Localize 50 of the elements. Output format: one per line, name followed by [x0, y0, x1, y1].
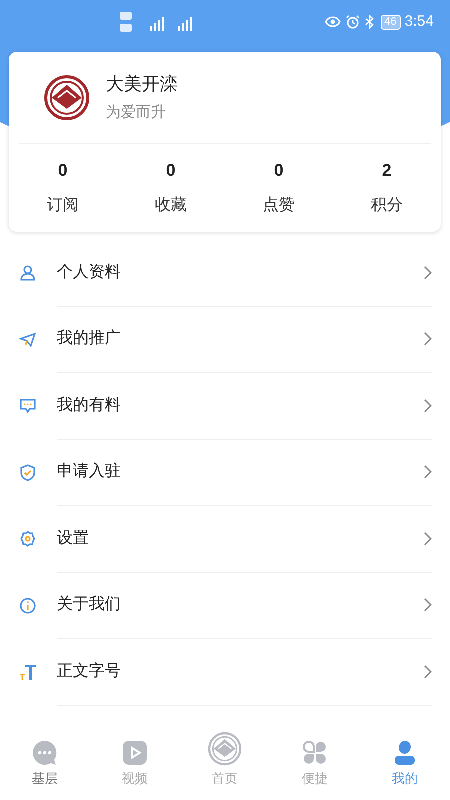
menu-item[interactable]: 申请入驻: [0, 440, 450, 506]
chevron-right-icon: [424, 664, 432, 679]
font-size-icon: [19, 663, 37, 682]
chevron-right-icon: [424, 598, 432, 612]
stat-count: 0: [166, 160, 176, 182]
menu-item[interactable]: 关于我们: [0, 572, 450, 639]
menu-item[interactable]: 个人资料: [0, 240, 450, 306]
menu-item[interactable]: 我的有料: [0, 373, 450, 440]
menu-label: 设置: [57, 528, 90, 549]
clock-time: 3:54: [404, 12, 434, 32]
settings-icon: [19, 530, 37, 548]
chevron-right-icon: [424, 266, 432, 280]
info-icon: [19, 596, 37, 615]
play-icon: [122, 740, 148, 766]
chat-icon: [19, 397, 37, 416]
menu-label: 我的有料: [57, 396, 122, 416]
stat-count: 2: [382, 160, 392, 182]
chevron-right-icon: [424, 532, 432, 546]
eye-icon: [324, 16, 341, 28]
menu-label: 我的推广: [57, 328, 122, 350]
menu-item[interactable]: 设置: [0, 506, 450, 572]
chat-bubble-icon: [32, 740, 58, 766]
stat-label[interactable]: 订阅: [47, 194, 79, 218]
paper-plane-icon: [19, 330, 37, 349]
shield-check-icon: [19, 464, 37, 482]
grid-icon: [302, 740, 328, 766]
profile-slogan: 为爱而升: [106, 102, 167, 123]
menu-item[interactable]: 正文字号: [0, 639, 450, 706]
stat-count: 0: [274, 160, 284, 182]
menu-label: 正文字号: [57, 662, 122, 682]
profile-name: 大美开滦: [106, 72, 178, 96]
battery-indicator: 46: [380, 14, 401, 30]
menu-label: 申请入驻: [57, 462, 122, 482]
bluetooth-icon: [364, 15, 375, 29]
menu-label: 个人资料: [57, 262, 122, 283]
stat-label[interactable]: 积分: [371, 194, 403, 218]
stat-count: 0: [58, 160, 68, 182]
person-icon: [19, 264, 37, 282]
logo-icon: [208, 732, 242, 766]
tab-item[interactable]: 基层: [0, 728, 90, 788]
chevron-right-icon: [424, 332, 432, 346]
stat-label[interactable]: 点赞: [263, 194, 295, 218]
person-icon: [392, 740, 418, 766]
chevron-right-icon: [424, 398, 432, 413]
menu-label: 关于我们: [57, 594, 122, 616]
logo-icon: [44, 74, 90, 120]
menu-item[interactable]: 我的推广: [0, 306, 450, 373]
chevron-right-icon: [424, 465, 432, 480]
alarm-icon: [346, 15, 360, 29]
stat-label[interactable]: 收藏: [155, 194, 187, 218]
